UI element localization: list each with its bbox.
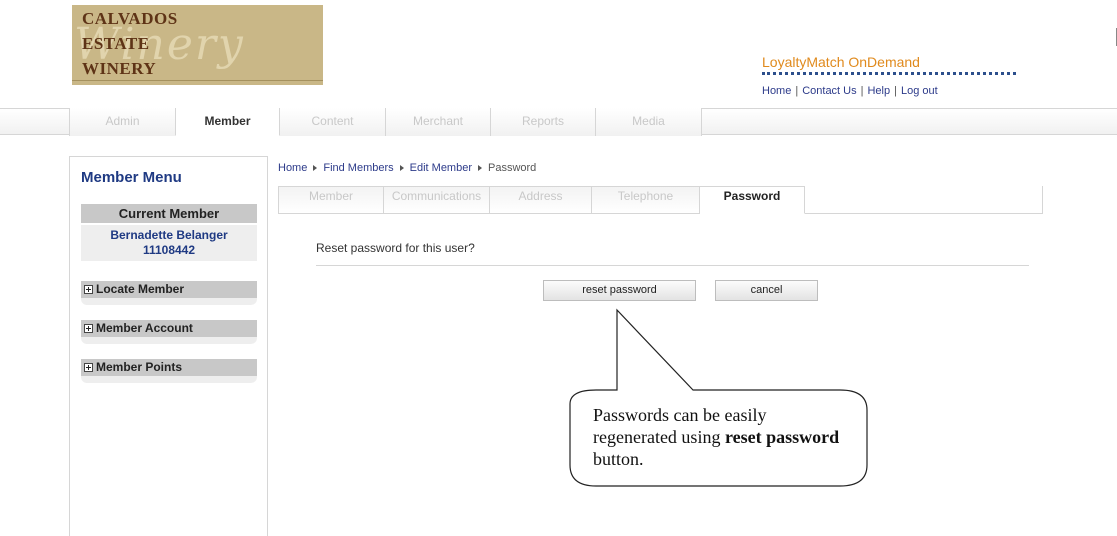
callout-text: Passwords can be easily regenerated usin… <box>593 404 853 470</box>
subtab-communications[interactable]: Communications <box>384 186 490 214</box>
expand-plus-icon[interactable] <box>84 363 93 372</box>
breadcrumb-arrow-icon <box>478 164 482 171</box>
sidebar-section-label: Member Points <box>96 360 183 374</box>
subtab-password[interactable]: Password <box>700 186 805 214</box>
breadcrumb-edit-member[interactable]: Edit Member <box>410 162 472 174</box>
subtab-telephone[interactable]: Telephone <box>592 186 700 214</box>
callout-text-part2: button. <box>593 449 644 469</box>
current-member-header: Current Member <box>81 204 257 223</box>
top-links: Home | Contact Us | Help | Log out <box>762 85 938 97</box>
breadcrumb-arrow-icon <box>313 164 318 171</box>
nav-tab-member[interactable]: Member <box>175 108 280 136</box>
breadcrumb-current: Password <box>488 162 537 174</box>
top-link-log-out[interactable]: Log out <box>901 85 938 97</box>
logo-line-1: CALVADOS <box>82 9 178 28</box>
reset-password-button[interactable]: reset password <box>543 280 696 301</box>
expand-plus-icon[interactable] <box>84 285 93 294</box>
nav-tab-merchant[interactable]: Merchant <box>386 108 491 136</box>
winery-logo[interactable]: Winery CALVADOS ESTATE WINERY <box>72 5 323 85</box>
sidebar-section-label: Member Account <box>96 321 193 335</box>
member-menu-title: Member Menu <box>81 169 182 186</box>
current-member-info: Bernadette Belanger 11108442 <box>81 225 257 261</box>
brand-dotted-rule <box>762 72 1016 75</box>
subtab-address[interactable]: Address <box>490 186 592 214</box>
sidebar-section-label: Locate Member <box>96 282 185 296</box>
sidebar-section-footer <box>81 337 257 344</box>
link-separator: | <box>894 85 897 97</box>
top-link-help[interactable]: Help <box>867 85 890 97</box>
cancel-button[interactable]: cancel <box>715 280 818 301</box>
callout-text-bold: reset password <box>724 427 840 447</box>
sidebar-section-locate-member[interactable]: Locate Member <box>81 281 257 305</box>
breadcrumb: Home Find Members Edit Member Password <box>278 162 536 174</box>
reset-password-question: Reset password for this user? <box>316 241 475 255</box>
sidebar-section-footer <box>81 298 257 305</box>
sidebar-section-member-points[interactable]: Member Points <box>81 359 257 383</box>
logo-line-3: WINERY <box>82 59 157 78</box>
breadcrumb-home[interactable]: Home <box>278 162 307 174</box>
member-sidebar: Member Menu Current Member Bernadette Be… <box>69 156 268 536</box>
nav-tab-media[interactable]: Media <box>596 108 702 136</box>
divider <box>316 265 1029 266</box>
nav-tab-content[interactable]: Content <box>280 108 386 136</box>
brand-name: LoyaltyMatch OnDemand <box>762 54 920 70</box>
logo-line-2: ESTATE <box>82 34 150 53</box>
top-link-home[interactable]: Home <box>762 85 791 97</box>
subtab-member[interactable]: Member <box>278 186 384 214</box>
nav-tab-admin[interactable]: Admin <box>69 108 176 136</box>
sidebar-section-footer <box>81 376 257 383</box>
nav-tab-reports[interactable]: Reports <box>491 108 596 136</box>
top-link-contact-us[interactable]: Contact Us <box>802 85 856 97</box>
breadcrumb-arrow-icon <box>399 164 404 171</box>
current-member-name[interactable]: Bernadette Belanger <box>81 228 257 243</box>
expand-plus-icon[interactable] <box>84 324 93 333</box>
logo-rule <box>72 80 323 81</box>
current-member-id: 11108442 <box>142 243 196 257</box>
breadcrumb-find-members[interactable]: Find Members <box>323 162 393 174</box>
link-separator: | <box>860 85 864 97</box>
sidebar-section-member-account[interactable]: Member Account <box>81 320 257 344</box>
link-separator: | <box>795 85 799 97</box>
